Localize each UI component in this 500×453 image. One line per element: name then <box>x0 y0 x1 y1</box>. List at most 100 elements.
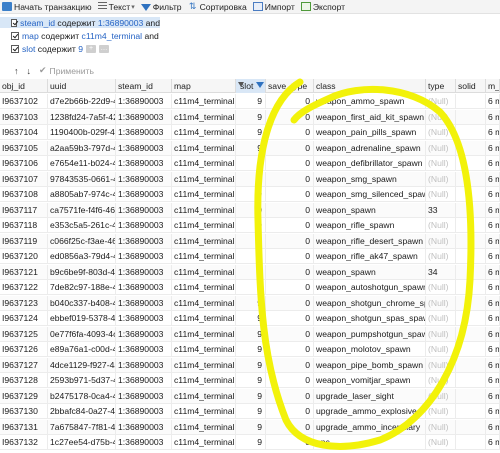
cell-obj-id[interactable]: I9637123 <box>0 295 48 310</box>
cell-uuid[interactable]: b2475178-0ca4-42 <box>48 388 116 403</box>
cell-save-type[interactable]: 0 <box>266 404 314 418</box>
cell-obj-id[interactable]: I9637121 <box>0 264 48 279</box>
cell-map[interactable]: c11m4_terminal <box>172 249 236 263</box>
table-row[interactable]: I9637128 2593b971-5d37-4f 1:36890003 c11m4_… <box>0 373 500 388</box>
cell-class[interactable]: weapon_ammo_spawn <box>314 94 426 108</box>
cell-slot[interactable]: 9 <box>236 249 266 263</box>
cell-type[interactable]: (Null) <box>426 280 456 294</box>
cell-uuid[interactable]: ed0856a3-79d4-4f <box>48 249 116 263</box>
cell-m-l[interactable]: 6 mo <box>486 171 500 186</box>
cell-class[interactable]: weapon_defibrillator_spawn <box>314 156 426 170</box>
filter-operator[interactable]: содержит <box>38 44 76 54</box>
cell-uuid[interactable]: e353c5a5-261c-41 <box>48 218 116 232</box>
edit-condition-icon[interactable]: … <box>98 44 109 53</box>
cell-slot[interactable]: 9 <box>236 388 266 403</box>
chevron-down-icon[interactable]: ▾ <box>131 3 135 11</box>
cell-m-l[interactable]: 6 mo <box>486 109 500 124</box>
cell-class[interactable]: weapon_rifle_ak47_spawn <box>314 249 426 263</box>
filter-value[interactable]: c11m4_terminal <box>82 31 143 41</box>
table-row[interactable]: I9637102 d7e2b66b-22d9-4 1:36890003 c11m4_t… <box>0 94 500 109</box>
cell-uuid[interactable]: 1c27ee54-d75b-45 <box>48 435 116 449</box>
cell-steam-id[interactable]: 1:36890003 <box>116 94 172 108</box>
cell-m-l[interactable]: 6 mo <box>486 326 500 341</box>
cell-slot[interactable]: 9 <box>236 280 266 294</box>
cell-steam-id[interactable]: 1:36890003 <box>116 125 172 139</box>
cell-class[interactable]: weapon_smg_silenced_spawn <box>314 187 426 201</box>
cell-type[interactable]: (Null) <box>426 311 456 325</box>
cell-type[interactable]: (Null) <box>426 373 456 387</box>
cell-slot[interactable]: 9 <box>236 202 266 217</box>
cell-class[interactable]: weapon_rifle_desert_spawn <box>314 233 426 248</box>
cell-slot[interactable]: 9 <box>236 419 266 434</box>
cell-map[interactable]: c11m4_terminal <box>172 295 236 310</box>
cell-class[interactable]: weapon_molotov_spawn <box>314 342 426 356</box>
cell-obj-id[interactable]: I9637132 <box>0 435 48 449</box>
cell-save-type[interactable]: 0 <box>266 156 314 170</box>
cell-solid[interactable] <box>456 202 486 217</box>
cell-steam-id[interactable]: 1:36890003 <box>116 435 172 449</box>
cell-class[interactable]: weapon_rifle_spawn <box>314 218 426 232</box>
table-row[interactable]: I9637122 7de82c97-188e-41 1:36890003 c11m4_… <box>0 280 500 295</box>
cell-class[interactable]: weapon_pumpshotgun_spawn <box>314 326 426 341</box>
cell-m-l[interactable]: 6 mo <box>486 156 500 170</box>
cell-m-l[interactable]: 6 mo <box>486 202 500 217</box>
cell-m-l[interactable]: 6 mo <box>486 342 500 356</box>
cell-steam-id[interactable]: 1:36890003 <box>116 280 172 294</box>
cell-type[interactable]: (Null) <box>426 357 456 372</box>
begin-transaction-button[interactable]: Начать транзакцию <box>2 2 92 12</box>
cell-solid[interactable] <box>456 357 486 372</box>
cell-m-l[interactable]: 6 mo <box>486 218 500 232</box>
filter-checkbox[interactable] <box>11 18 18 27</box>
cell-type[interactable]: (Null) <box>426 419 456 434</box>
table-row[interactable]: I9637130 2bbafc84-0a27-4d 1:36890003 c11m4_… <box>0 404 500 419</box>
cell-map[interactable]: c11m4_terminal <box>172 125 236 139</box>
cell-obj-id[interactable]: I9637120 <box>0 249 48 263</box>
cell-m-l[interactable]: 6 mo <box>486 435 500 449</box>
table-row[interactable]: I9637117 ca7571fe-f4f6-46(1:36890003 c11m4… <box>0 202 500 218</box>
cell-steam-id[interactable]: 1:36890003 <box>116 419 172 434</box>
cell-type[interactable]: (Null) <box>426 171 456 186</box>
cell-steam-id[interactable]: 1:36890003 <box>116 326 172 341</box>
cell-obj-id[interactable]: I9637102 <box>0 94 48 108</box>
table-row[interactable]: I9637121 b9c6be9f-803d-43 1:36890003 c11m4_… <box>0 264 500 280</box>
cell-map[interactable]: c11m4_terminal <box>172 202 236 217</box>
cell-solid[interactable] <box>456 295 486 310</box>
cell-steam-id[interactable]: 1:36890003 <box>116 357 172 372</box>
cell-slot[interactable]: 9 <box>236 264 266 279</box>
filter-checkbox[interactable] <box>11 44 19 53</box>
column-header-save-type[interactable]: save_type <box>266 79 314 93</box>
cell-solid[interactable] <box>456 419 486 434</box>
column-header-steam-id[interactable]: steam_id <box>116 79 172 93</box>
cell-solid[interactable] <box>456 264 486 279</box>
cell-uuid[interactable]: a2aa59b3-797d-4( <box>48 140 116 155</box>
cell-map[interactable]: c11m4_terminal <box>172 264 236 279</box>
cell-class[interactable]: weapon_pipe_bomb_spawn <box>314 357 426 372</box>
cell-class[interactable]: weapon_shotgun_spas_spawn <box>314 311 426 325</box>
cell-class[interactable]: weapon_pain_pills_spawn <box>314 125 426 139</box>
cell-solid[interactable] <box>456 125 486 139</box>
cell-slot[interactable]: 9 <box>236 357 266 372</box>
cell-class[interactable]: weapon_spawn <box>314 202 426 217</box>
cell-steam-id[interactable]: 1:36890003 <box>116 388 172 403</box>
cell-uuid[interactable]: b040c337-b408-41 <box>48 295 116 310</box>
cell-obj-id[interactable]: I9637106 <box>0 156 48 170</box>
cell-save-type[interactable]: 0 <box>266 388 314 403</box>
cell-type[interactable]: (Null) <box>426 140 456 155</box>
cell-map[interactable]: c11m4_terminal <box>172 233 236 248</box>
cell-uuid[interactable]: 2593b971-5d37-4f <box>48 373 116 387</box>
filter-row-slot[interactable]: slot содержит 9 + … <box>0 43 109 54</box>
arrow-down-icon[interactable]: ↓ <box>27 66 32 76</box>
cell-m-l[interactable]: 6 mo <box>486 373 500 387</box>
cell-uuid[interactable]: ca7571fe-f4f6-46( <box>48 202 116 217</box>
arrow-up-icon[interactable]: ↑ <box>14 66 19 76</box>
cell-solid[interactable] <box>456 187 486 201</box>
column-header-obj-id[interactable]: obj_id <box>0 79 48 93</box>
cell-uuid[interactable]: b9c6be9f-803d-43 <box>48 264 116 279</box>
cell-save-type[interactable]: 0 <box>266 249 314 263</box>
cell-save-type[interactable]: 0 <box>266 280 314 294</box>
cell-type[interactable]: (Null) <box>426 404 456 418</box>
cell-save-type[interactable]: 0 <box>266 233 314 248</box>
cell-obj-id[interactable]: I9637103 <box>0 109 48 124</box>
cell-steam-id[interactable]: 1:36890003 <box>116 342 172 356</box>
filter-field[interactable]: slot <box>22 44 35 54</box>
